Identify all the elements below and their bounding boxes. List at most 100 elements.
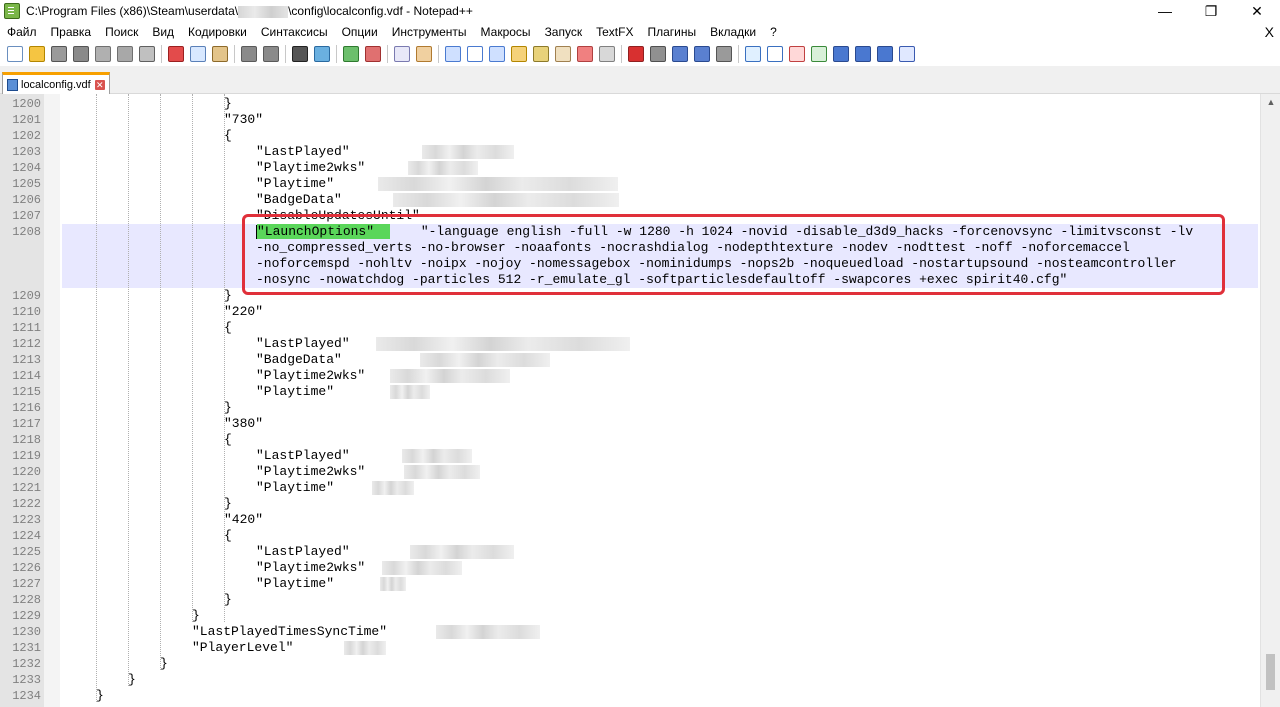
menu-run[interactable]: Запуск — [538, 25, 590, 39]
menu-bar: Файл Правка Поиск Вид Кодировки Синтакси… — [0, 22, 1280, 42]
highlight-annotation-box — [242, 214, 1225, 295]
line-number: 1227 — [12, 577, 41, 591]
monitor-icon[interactable] — [599, 46, 615, 62]
code-line: } — [224, 592, 232, 607]
toolbar-separator — [387, 45, 388, 63]
function-list-icon[interactable] — [555, 46, 571, 62]
menu-textfx[interactable]: TextFX — [589, 25, 640, 39]
word-wrap-icon[interactable] — [445, 46, 461, 62]
toolbar-separator — [738, 45, 739, 63]
line-number: 1221 — [12, 481, 41, 495]
redo-icon[interactable] — [263, 46, 279, 62]
line-number: 1207 — [12, 209, 41, 223]
toolbar-separator — [621, 45, 622, 63]
undo-icon[interactable] — [241, 46, 257, 62]
menu-view[interactable]: Вид — [145, 25, 181, 39]
replace-icon[interactable] — [314, 46, 330, 62]
code-line: } — [96, 688, 104, 703]
redacted-value — [372, 481, 414, 495]
line-number — [0, 256, 41, 272]
scrollbar-thumb[interactable] — [1266, 654, 1275, 690]
indent-guide-icon[interactable] — [489, 46, 505, 62]
close-window-button[interactable]: ✕ — [1234, 0, 1280, 22]
menu-settings[interactable]: Опции — [335, 25, 385, 39]
line-number: 1204 — [12, 161, 41, 175]
doc-map-icon[interactable] — [533, 46, 549, 62]
tab-close-icon[interactable]: ✕ — [94, 79, 105, 90]
textfx-2-icon[interactable] — [767, 46, 783, 62]
fold-margin[interactable] — [44, 94, 60, 707]
menu-macro[interactable]: Макросы — [474, 25, 538, 39]
window-title-suffix: \config\localconfig.vdf - Notepad++ — [288, 4, 473, 18]
redacted-user-id — [238, 5, 289, 18]
code-line: { — [224, 432, 232, 447]
code-line: "LastPlayedTimesSyncTime" — [192, 624, 388, 639]
menu-help[interactable]: ? — [763, 25, 784, 39]
find-icon[interactable] — [292, 46, 308, 62]
close-file-icon[interactable] — [95, 46, 111, 62]
columns-icon[interactable] — [899, 46, 915, 62]
sync-horizontal-icon[interactable] — [416, 46, 432, 62]
show-all-chars-icon[interactable] — [467, 46, 483, 62]
print-icon[interactable] — [139, 46, 155, 62]
cut-icon[interactable] — [168, 46, 184, 62]
minimize-button[interactable]: — — [1142, 0, 1188, 22]
vertical-scrollbar[interactable]: ▲ — [1260, 94, 1280, 707]
sort-icon[interactable] — [877, 46, 893, 62]
code-line: { — [224, 528, 232, 543]
textfx-1-icon[interactable] — [745, 46, 761, 62]
save-all-icon[interactable] — [73, 46, 89, 62]
line-number: 1209 — [12, 289, 41, 303]
scroll-up-arrow-icon[interactable]: ▲ — [1265, 96, 1277, 108]
stop-macro-icon[interactable] — [650, 46, 666, 62]
menu-search[interactable]: Поиск — [98, 25, 145, 39]
arrow-up-icon[interactable] — [833, 46, 849, 62]
menu-file[interactable]: Файл — [0, 25, 44, 39]
copy-icon[interactable] — [190, 46, 206, 62]
redacted-value — [393, 193, 619, 207]
play-multiple-icon[interactable] — [694, 46, 710, 62]
textfx-4-icon[interactable] — [811, 46, 827, 62]
zoom-in-icon[interactable] — [343, 46, 359, 62]
menu-window[interactable]: Вкладки — [703, 25, 763, 39]
arrow-down-icon[interactable] — [855, 46, 871, 62]
textfx-3-icon[interactable] — [789, 46, 805, 62]
menu-edit[interactable]: Правка — [44, 25, 99, 39]
menu-tools[interactable]: Инструменты — [385, 25, 474, 39]
zoom-out-icon[interactable] — [365, 46, 381, 62]
record-macro-icon[interactable] — [628, 46, 644, 62]
text-editor[interactable]: 1200} 1201 "730" 1202 {1203 "LastPlayed" 1204 "… — [0, 94, 1280, 707]
indent-guide — [128, 94, 129, 686]
menu-language[interactable]: Синтаксисы — [254, 25, 335, 39]
line-number: 1200 — [12, 97, 41, 111]
new-file-icon[interactable] — [7, 46, 23, 62]
maximize-button[interactable]: ❐ — [1188, 0, 1234, 22]
close-all-icon[interactable] — [117, 46, 133, 62]
window-title: C:\Program Files (x86)\Steam\userdata\ \c… — [26, 4, 473, 18]
line-number: 1224 — [12, 529, 41, 543]
menu-encoding[interactable]: Кодировки — [181, 25, 254, 39]
line-number: 1213 — [12, 353, 41, 367]
code-line: "380" — [224, 416, 264, 431]
play-macro-icon[interactable] — [672, 46, 688, 62]
folder-workspace-icon[interactable] — [577, 46, 593, 62]
close-document-button[interactable]: X — [1265, 24, 1274, 40]
line-number: 1219 — [12, 449, 41, 463]
line-number: 1208 — [12, 225, 41, 239]
paste-icon[interactable] — [212, 46, 228, 62]
code-line: } — [224, 496, 232, 511]
menu-plugins[interactable]: Плагины — [640, 25, 703, 39]
redacted-value — [422, 145, 514, 159]
line-number: 1232 — [12, 657, 41, 671]
save-macro-icon[interactable] — [716, 46, 732, 62]
tab-bar: localconfig.vdf ✕ — [0, 66, 1280, 94]
udl-icon[interactable] — [511, 46, 527, 62]
save-icon[interactable] — [51, 46, 67, 62]
tab-localconfig[interactable]: localconfig.vdf ✕ — [2, 72, 110, 94]
toolbar-separator — [234, 45, 235, 63]
indent-guide — [96, 94, 97, 702]
sync-vertical-icon[interactable] — [394, 46, 410, 62]
toolbar-separator — [285, 45, 286, 63]
open-file-icon[interactable] — [29, 46, 45, 62]
redacted-value — [382, 561, 462, 575]
